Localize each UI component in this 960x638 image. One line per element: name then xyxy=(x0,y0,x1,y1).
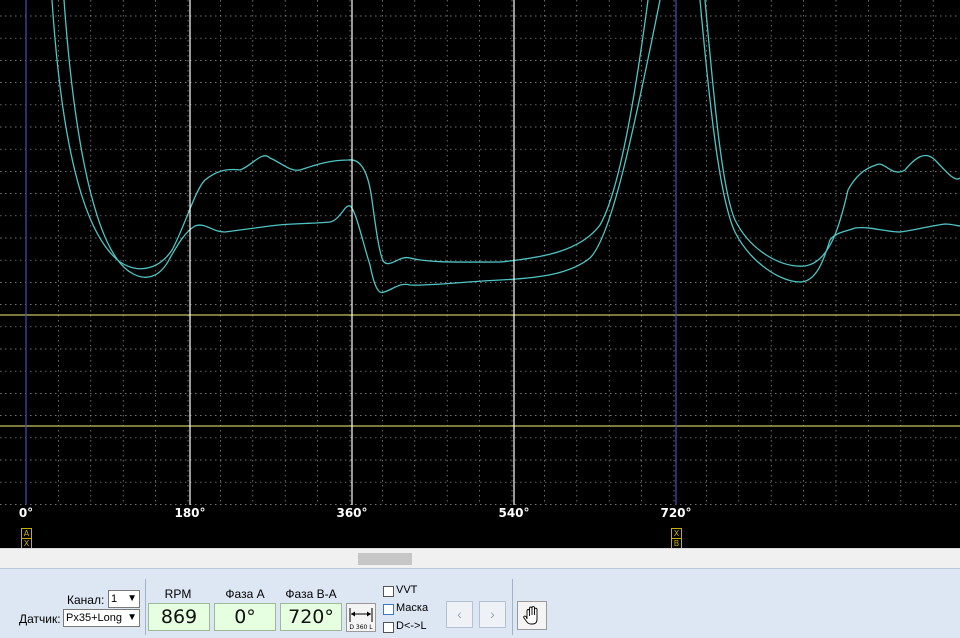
channel-value: 1 xyxy=(111,593,118,605)
separator xyxy=(145,579,146,635)
rpm-readout: 869 xyxy=(148,603,210,631)
separator xyxy=(512,579,513,635)
chevron-down-icon: ▼ xyxy=(127,593,137,604)
oscilloscope-plot[interactable]: 0° 180° 360° 540° 720° xyxy=(0,0,960,548)
sensor-select[interactable]: Px35+Long ▼ xyxy=(63,609,140,627)
pan-tool-button[interactable] xyxy=(517,601,547,630)
scrollbar-thumb[interactable] xyxy=(358,553,412,565)
mask-label: Маска xyxy=(396,602,429,614)
hand-icon xyxy=(523,606,538,625)
chevron-left-icon: ‹ xyxy=(457,606,462,622)
channel-select[interactable]: 1 ▼ xyxy=(108,590,140,608)
d360-icon: D 360 L xyxy=(349,608,373,631)
sensor-value: Px35+Long xyxy=(66,612,122,624)
degree-label-360: 360° xyxy=(336,506,367,520)
vvt-label: VVT xyxy=(396,584,418,596)
phase-ba-readout: 720° xyxy=(280,603,342,631)
dl-label: D<->L xyxy=(396,620,427,632)
dl-checkbox[interactable] xyxy=(383,622,394,633)
channel-label: Канал: xyxy=(67,593,105,607)
horizontal-scrollbar[interactable] xyxy=(0,548,960,569)
chevron-right-icon: › xyxy=(490,606,495,622)
phase-a-readout: 0° xyxy=(214,603,276,631)
degree-label-540: 540° xyxy=(498,506,529,520)
d360-toggle-button[interactable]: D 360 L xyxy=(346,603,376,632)
scope-grid xyxy=(0,0,960,505)
sensor-label: Датчик: xyxy=(19,612,61,626)
chevron-down-icon: ▼ xyxy=(127,612,137,623)
degree-label-720: 720° xyxy=(660,506,691,520)
mask-checkbox[interactable] xyxy=(383,604,394,615)
degree-label-180: 180° xyxy=(174,506,205,520)
phase-ba-title: Фаза В-А xyxy=(285,587,337,601)
control-panel: Канал: 1 ▼ Датчик: Px35+Long ▼ RPM 869 Ф… xyxy=(0,568,960,638)
rpm-title: RPM xyxy=(164,587,192,601)
degree-label-0: 0° xyxy=(19,506,33,520)
d360-label: D 360 L xyxy=(349,624,373,631)
prev-button[interactable]: ‹ xyxy=(446,601,473,628)
phase-a-title: Фаза А xyxy=(225,587,265,601)
vvt-checkbox[interactable] xyxy=(383,586,394,597)
next-button[interactable]: › xyxy=(479,601,506,628)
